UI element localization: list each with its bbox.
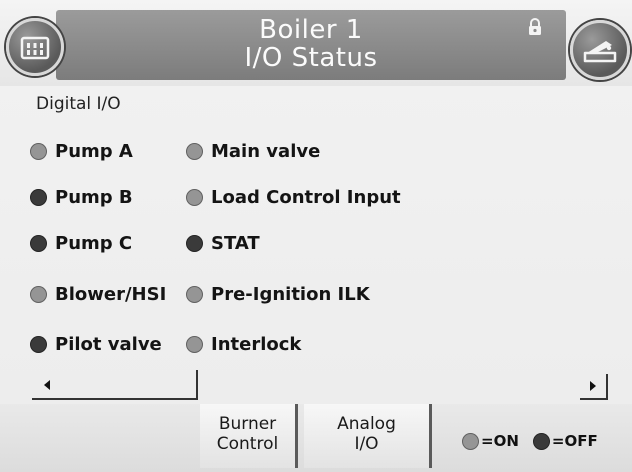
io-label: Blower/HSI [55,284,167,305]
led-indicator [186,189,203,206]
scroll-right-button[interactable] [580,374,608,400]
led-indicator [186,336,203,353]
io-label: Main valve [211,141,321,162]
io-label: Pre-Ignition ILK [211,284,370,305]
analog-io-label-1: Analog [337,414,396,434]
burner-control-label-2: Control [216,434,279,454]
led-indicator [186,143,203,160]
page-subtitle: I/O Status [244,43,378,73]
led-indicator [186,235,203,252]
io-item-pump-b: Pump B [30,187,133,208]
io-item-pre-ignition-ilk: Pre-Ignition ILK [186,284,370,305]
io-label: Interlock [211,334,302,355]
io-item-load-control-input: Load Control Input [186,187,401,208]
io-label: Load Control Input [211,187,401,208]
state-legend: =ON =OFF [462,432,598,450]
horizontal-scrollbar[interactable] [28,370,616,400]
title-band: Boiler 1 I/O Status [56,10,566,80]
burner-control-label-1: Burner [218,414,277,434]
burner-status-button[interactable] [570,20,630,80]
header-bar: Boiler 1 I/O Status [0,0,632,86]
io-item-pilot-valve: Pilot valve [30,334,162,355]
io-label: STAT [211,233,260,254]
io-item-stat: STAT [186,233,260,254]
io-item-main-valve: Main valve [186,141,320,162]
legend-off-label: =OFF [551,432,598,450]
arrow-left-icon [44,380,50,390]
io-label: Pump A [55,141,133,162]
io-label: Pump C [55,233,133,254]
io-panel: Digital I/O Pump A Pump B Pump C Blower/… [22,88,618,394]
arrow-right-icon [590,381,596,391]
led-indicator [30,235,47,252]
io-item-pump-a: Pump A [30,141,133,162]
hmi-screen: Boiler 1 I/O Status Digital I/O Pump A P… [0,0,632,472]
burner-icon [583,41,617,63]
led-indicator [30,143,47,160]
lock-icon [529,18,541,35]
led-indicator [186,286,203,303]
led-indicator [30,189,47,206]
burner-control-button[interactable]: Burner Control [200,404,298,468]
io-item-interlock: Interlock [186,334,301,355]
io-item-pump-c: Pump C [30,233,132,254]
home-button[interactable] [6,18,64,76]
analog-io-button[interactable]: Analog I/O [304,404,432,468]
io-item-blower-hsi: Blower/HSI [30,284,166,305]
page-title: Boiler 1 [259,15,363,45]
legend-off-led [532,432,550,450]
io-label: Pump B [55,187,133,208]
analog-io-label-2: I/O [354,434,379,454]
legend-on-label: =ON [481,432,519,450]
legend-on-led [462,432,479,450]
building-icon [20,36,50,60]
scroll-left-button[interactable] [32,372,62,398]
led-indicator [30,336,47,353]
io-label: Pilot valve [55,334,162,355]
section-label: Digital I/O [36,94,121,114]
led-indicator [30,286,47,303]
